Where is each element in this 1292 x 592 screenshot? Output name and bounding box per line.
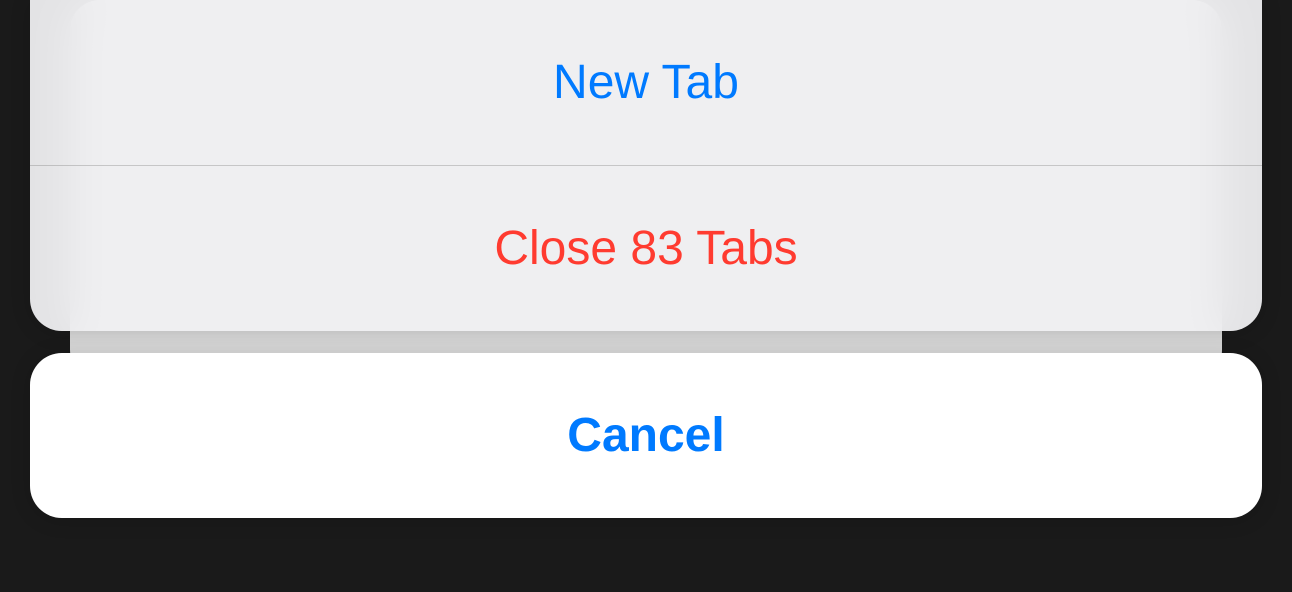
action-sheet: New Tab Close 83 Tabs xyxy=(30,0,1262,331)
new-tab-button[interactable]: New Tab xyxy=(30,0,1262,165)
cancel-button[interactable]: Cancel xyxy=(30,353,1262,518)
close-all-tabs-button[interactable]: Close 83 Tabs xyxy=(30,166,1262,331)
